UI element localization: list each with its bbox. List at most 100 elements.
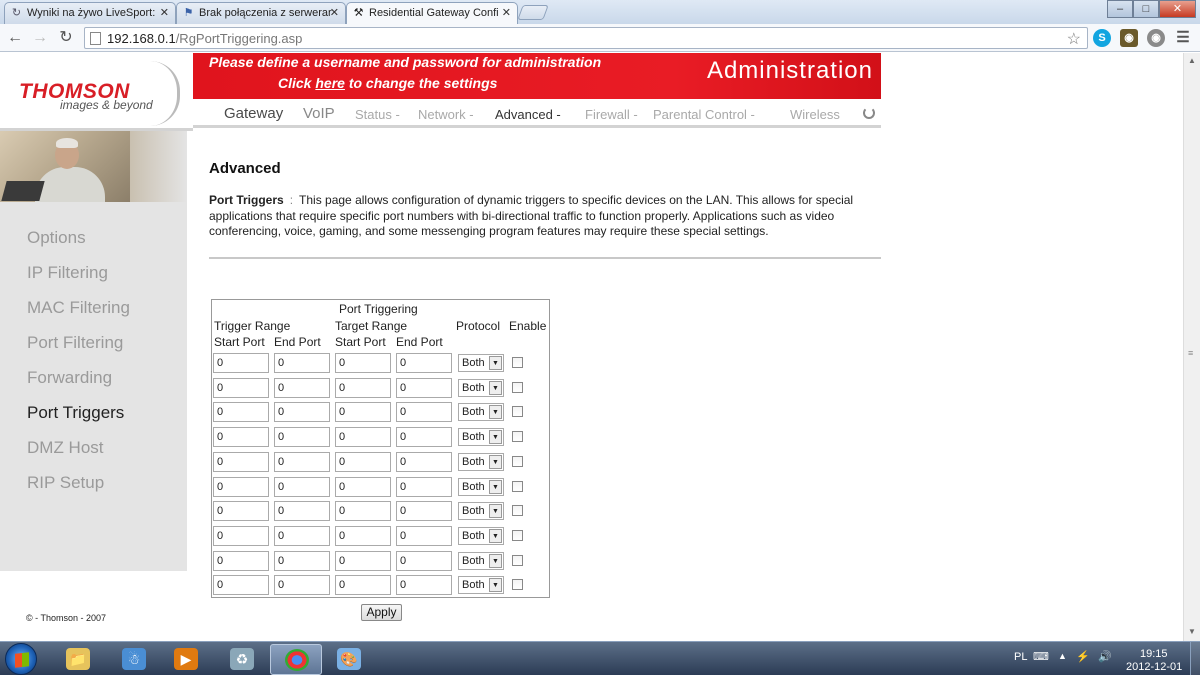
trigger-end-port-input[interactable]: 0 [274, 427, 330, 447]
trigger-start-port-input[interactable]: 0 [213, 427, 269, 447]
trigger-end-port-input[interactable]: 0 [274, 477, 330, 497]
target-end-port-input[interactable]: 0 [396, 551, 452, 571]
start-button[interactable] [5, 643, 37, 675]
enable-checkbox[interactable] [512, 456, 523, 467]
close-tab-icon[interactable]: ✕ [502, 6, 511, 19]
enable-checkbox[interactable] [512, 505, 523, 516]
keyboard-icon[interactable]: ⌨ [1033, 650, 1049, 663]
protocol-select[interactable]: Both ▼ [458, 379, 504, 397]
trigger-end-port-input[interactable]: 0 [274, 575, 330, 595]
taskbar-chrome[interactable] [270, 644, 322, 675]
scroll-grip-icon[interactable]: ≡ [1188, 348, 1193, 358]
bookmark-star-icon[interactable]: ☆ [1067, 29, 1081, 49]
nav-wireless[interactable]: Wireless [790, 107, 840, 122]
trigger-end-port-input[interactable]: 0 [274, 501, 330, 521]
trigger-start-port-input[interactable]: 0 [213, 378, 269, 398]
enable-checkbox[interactable] [512, 382, 523, 393]
protocol-select[interactable]: Both ▼ [458, 527, 504, 545]
target-start-port-input[interactable]: 0 [335, 501, 391, 521]
target-end-port-input[interactable]: 0 [396, 575, 452, 595]
reload-icon[interactable]: ↻ [56, 28, 76, 48]
target-start-port-input[interactable]: 0 [335, 452, 391, 472]
target-end-port-input[interactable]: 0 [396, 378, 452, 398]
close-tab-icon[interactable]: ✕ [160, 6, 169, 19]
new-tab-button[interactable] [517, 5, 549, 20]
sidebar-item-ip-filtering[interactable]: IP Filtering [27, 263, 108, 283]
trigger-start-port-input[interactable]: 0 [213, 452, 269, 472]
enable-checkbox[interactable] [512, 357, 523, 368]
trigger-end-port-input[interactable]: 0 [274, 378, 330, 398]
scroll-up-icon[interactable]: ▲ [1188, 56, 1196, 65]
trigger-end-port-input[interactable]: 0 [274, 402, 330, 422]
show-desktop-button[interactable] [1190, 642, 1200, 675]
close-tab-icon[interactable]: ✕ [330, 6, 339, 19]
close-window-button[interactable]: ✕ [1159, 0, 1196, 18]
target-end-port-input[interactable]: 0 [396, 477, 452, 497]
sidebar-item-forwarding[interactable]: Forwarding [27, 368, 112, 388]
sidebar-item-options[interactable]: Options [27, 228, 86, 248]
target-start-port-input[interactable]: 0 [335, 402, 391, 422]
trigger-start-port-input[interactable]: 0 [213, 551, 269, 571]
target-end-port-input[interactable]: 0 [396, 452, 452, 472]
nav-advanced[interactable]: Advanced - [495, 107, 561, 122]
nav-voip[interactable]: VoIP [303, 105, 335, 122]
target-end-port-input[interactable]: 0 [396, 353, 452, 373]
show-hidden-icons[interactable]: ▲ [1058, 651, 1067, 661]
enable-checkbox[interactable] [512, 579, 523, 590]
protocol-select[interactable]: Both ▼ [458, 403, 504, 421]
enable-checkbox[interactable] [512, 555, 523, 566]
tab-connection-error[interactable]: ⚑ Brak połączenia z serwerar ✕ [176, 2, 346, 24]
target-start-port-input[interactable]: 0 [335, 477, 391, 497]
taskbar-network[interactable]: ☃ [108, 644, 160, 675]
target-start-port-input[interactable]: 0 [335, 353, 391, 373]
trigger-start-port-input[interactable]: 0 [213, 575, 269, 595]
nav-status[interactable]: Status - [355, 107, 400, 122]
trigger-end-port-input[interactable]: 0 [274, 353, 330, 373]
tab-livesport[interactable]: ↻ Wyniki na żywo LiveSport: ✕ [4, 2, 176, 24]
minimize-button[interactable]: – [1107, 0, 1133, 18]
here-link[interactable]: here [315, 75, 345, 91]
sidebar-item-rip-setup[interactable]: RIP Setup [27, 473, 104, 493]
vertical-scrollbar[interactable]: ▲ ≡ ▼ [1183, 53, 1200, 641]
sidebar-item-port-triggers[interactable]: Port Triggers [27, 403, 124, 423]
back-icon[interactable]: ← [5, 28, 25, 48]
enable-checkbox[interactable] [512, 406, 523, 417]
target-start-port-input[interactable]: 0 [335, 575, 391, 595]
enable-checkbox[interactable] [512, 481, 523, 492]
protocol-select[interactable]: Both ▼ [458, 502, 504, 520]
scroll-down-icon[interactable]: ▼ [1188, 627, 1196, 636]
trigger-start-port-input[interactable]: 0 [213, 501, 269, 521]
trigger-end-port-input[interactable]: 0 [274, 452, 330, 472]
protocol-select[interactable]: Both ▼ [458, 552, 504, 570]
sidebar-item-port-filtering[interactable]: Port Filtering [27, 333, 123, 353]
taskbar-recycle[interactable]: ♻ [216, 644, 268, 675]
protocol-select[interactable]: Both ▼ [458, 354, 504, 372]
taskbar-paint[interactable]: 🎨 [323, 644, 375, 675]
trigger-end-port-input[interactable]: 0 [274, 526, 330, 546]
trigger-start-port-input[interactable]: 0 [213, 526, 269, 546]
target-end-port-input[interactable]: 0 [396, 526, 452, 546]
target-start-port-input[interactable]: 0 [335, 427, 391, 447]
address-bar[interactable]: 192.168.0.1/RgPortTriggering.asp ☆ [84, 27, 1088, 49]
extension-icon[interactable]: ◉ [1120, 29, 1138, 47]
protocol-select[interactable]: Both ▼ [458, 453, 504, 471]
apply-button[interactable]: Apply [361, 604, 402, 621]
taskbar-media-player[interactable]: ▶ [160, 644, 212, 675]
target-start-port-input[interactable]: 0 [335, 551, 391, 571]
enable-checkbox[interactable] [512, 530, 523, 541]
tab-gateway-config[interactable]: ⚒ Residential Gateway Confi ✕ [346, 2, 518, 25]
nav-parental-control[interactable]: Parental Control - [653, 107, 755, 122]
clock-time[interactable]: 19:15 [1140, 648, 1168, 660]
target-end-port-input[interactable]: 0 [396, 501, 452, 521]
nav-gateway[interactable]: Gateway [224, 105, 283, 122]
language-indicator[interactable]: PL [1014, 651, 1027, 663]
trigger-start-port-input[interactable]: 0 [213, 402, 269, 422]
nav-network[interactable]: Network - [418, 107, 474, 122]
protocol-select[interactable]: Both ▼ [458, 478, 504, 496]
trigger-start-port-input[interactable]: 0 [213, 353, 269, 373]
trigger-end-port-input[interactable]: 0 [274, 551, 330, 571]
maximize-button[interactable]: □ [1133, 0, 1159, 18]
target-start-port-input[interactable]: 0 [335, 526, 391, 546]
eye-icon[interactable]: ◉ [1147, 29, 1165, 47]
enable-checkbox[interactable] [512, 431, 523, 442]
